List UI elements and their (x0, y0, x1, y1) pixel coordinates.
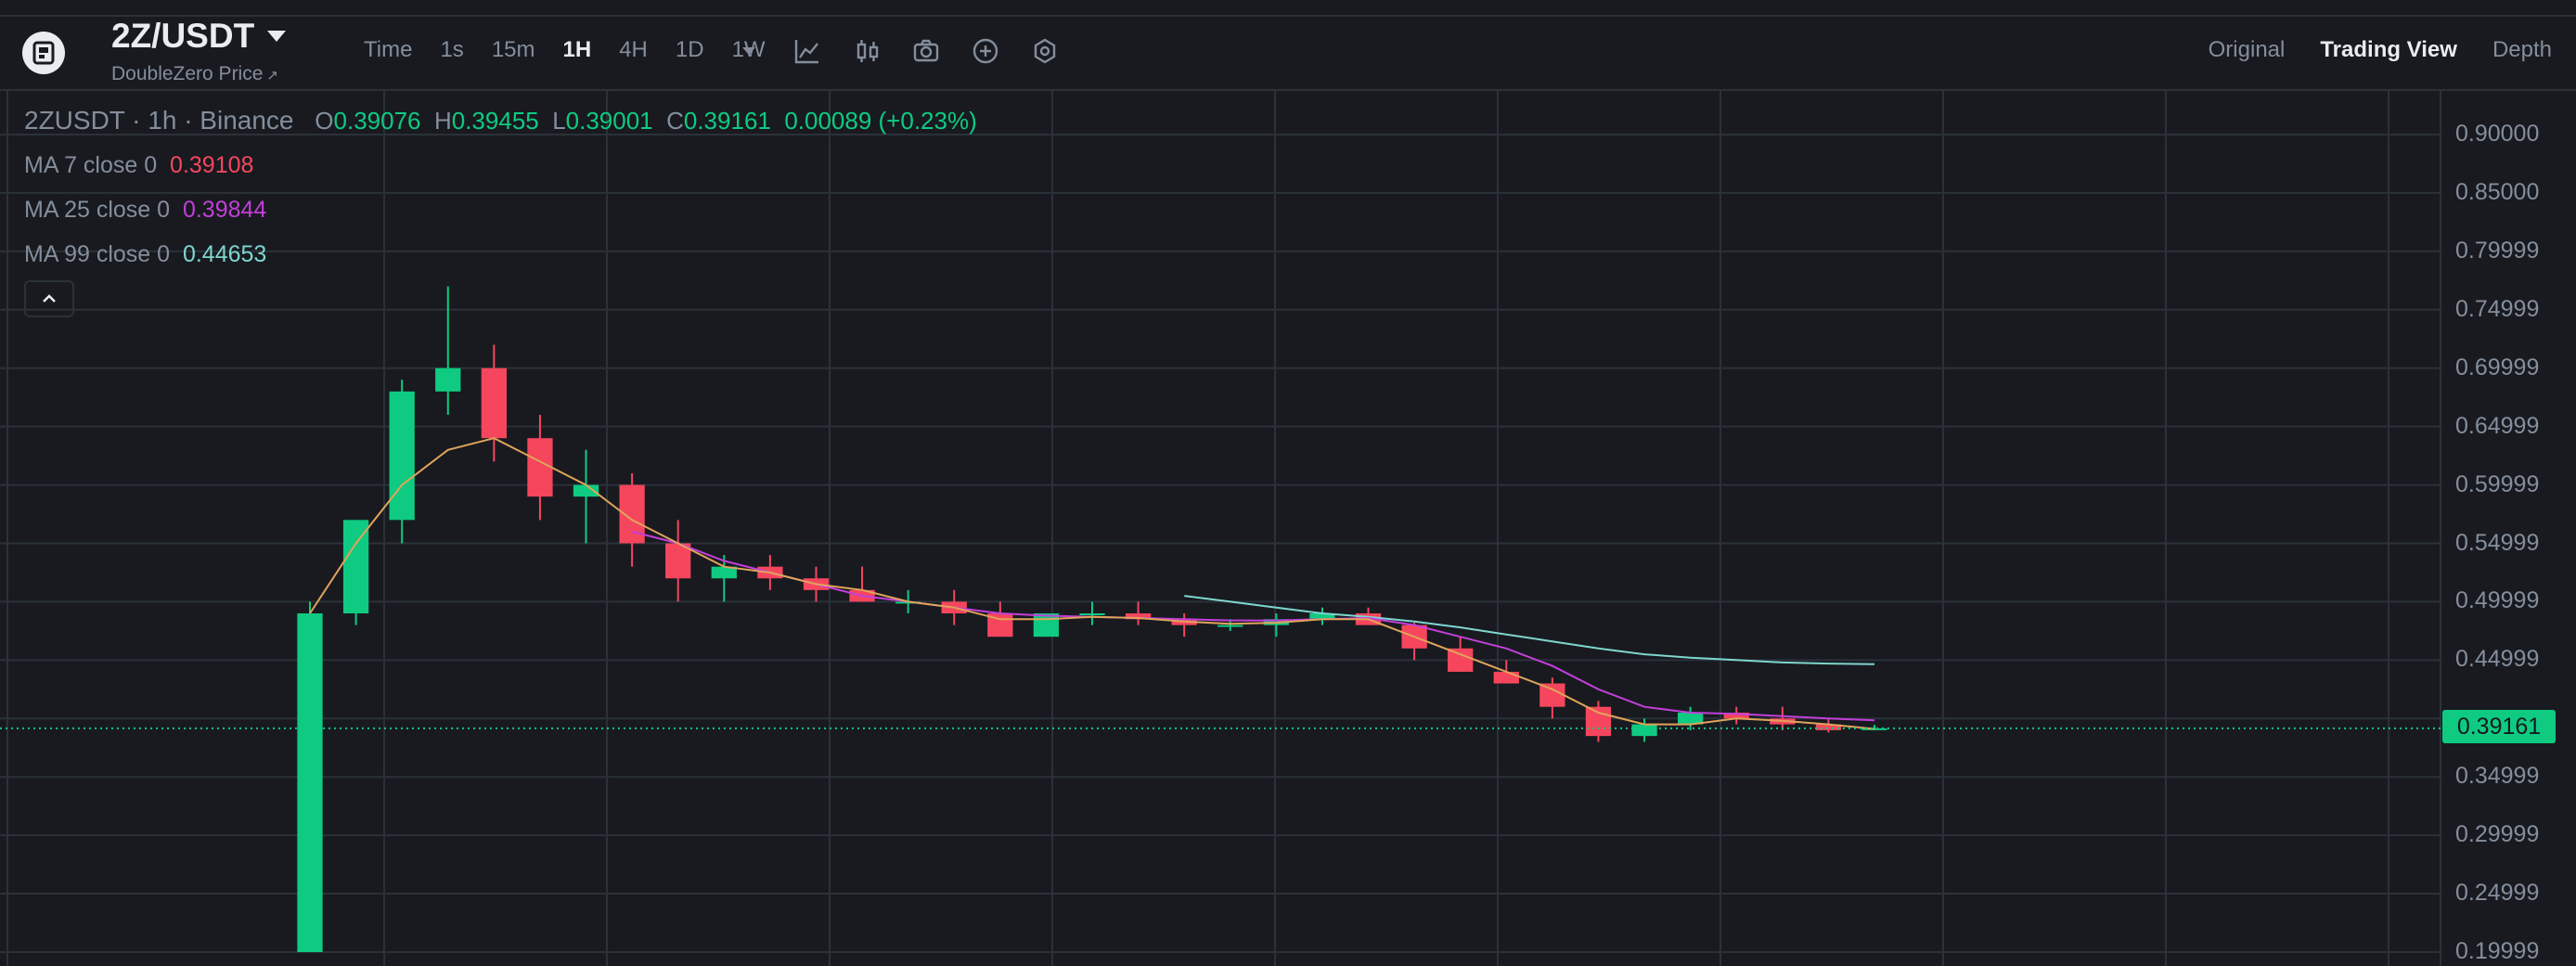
ma7-label: MA 7 close 0 (24, 152, 158, 178)
current-price-value: 0.39161 (2456, 713, 2542, 740)
ma99-value: 0.44653 (182, 241, 267, 267)
ma99-legend[interactable]: MA 99 close 0 0.44653 (24, 241, 266, 268)
candle-body (1585, 706, 1612, 737)
price-axis-label: 0.79999 (2455, 237, 2540, 264)
token-logo (22, 32, 65, 74)
chart-area[interactable] (0, 91, 2576, 966)
candle-body (481, 367, 507, 439)
ma99-label: MA 99 close 0 (24, 241, 171, 267)
view-trading-view[interactable]: Trading View (2320, 37, 2457, 63)
price-axis-label: 0.64999 (2455, 412, 2540, 439)
ma99-line (1184, 595, 1875, 665)
candle-body (1033, 613, 1060, 638)
collapse-legend-button[interactable] (24, 280, 74, 317)
timeframe-4h[interactable]: 4H (619, 37, 648, 63)
candle-body (527, 438, 553, 497)
token-price-link[interactable]: DoubleZero Price ↗ (111, 63, 278, 85)
candle-body (435, 367, 461, 392)
timeframe-time[interactable]: Time (364, 37, 412, 63)
change-value: 0.00089 (+0.23%) (784, 107, 977, 135)
candle-body (1448, 648, 1474, 672)
candle-body (342, 520, 369, 614)
candle-body (1217, 625, 1243, 627)
price-axis-label: 0.59999 (2455, 470, 2540, 497)
candle-body (1631, 724, 1657, 737)
indicators-icon[interactable] (792, 35, 823, 67)
ma25-legend[interactable]: MA 25 close 0 0.39844 (24, 197, 266, 224)
ma25-value: 0.39844 (182, 197, 267, 223)
low-label: L (552, 107, 566, 135)
candlestick-chart[interactable] (0, 91, 2576, 966)
doublezero-logo-icon (32, 41, 55, 65)
more-timeframes-caret-icon[interactable] (733, 35, 765, 67)
ma25-label: MA 25 close 0 (24, 197, 171, 223)
symbol-label: 2ZUSDT · 1h · Binance (24, 106, 294, 135)
timeframe-1s[interactable]: 1s (440, 37, 463, 63)
price-axis-label: 0.34999 (2455, 763, 2540, 790)
chart-type-icon[interactable] (852, 35, 883, 67)
price-axis-label: 0.24999 (2455, 880, 2540, 907)
price-axis-label: 0.29999 (2455, 821, 2540, 848)
close-label: C (666, 107, 684, 135)
current-price-tag: 0.39161 (2442, 710, 2556, 743)
price-axis-label: 0.85000 (2455, 178, 2540, 205)
price-axis-label: 0.19999 (2455, 938, 2540, 964)
ma25-line (631, 530, 1875, 722)
chart-toolbar: 2Z/USDT DoubleZero Price ↗ Time 1s 15m 1H… (0, 0, 2576, 91)
timeframe-1h[interactable]: 1H (563, 37, 592, 63)
close-value: 0.39161 (683, 107, 771, 135)
candle-body (1079, 613, 1105, 616)
ma7-value: 0.39108 (170, 152, 254, 178)
timeframe-15m[interactable]: 15m (492, 37, 535, 63)
price-axis-label: 0.44999 (2455, 646, 2540, 673)
pair-selector[interactable]: 2Z/USDT (111, 17, 287, 56)
candle-body (1493, 671, 1519, 684)
view-original[interactable]: Original (2209, 37, 2286, 63)
candle-body (1539, 683, 1565, 707)
ma7-legend[interactable]: MA 7 close 0 0.39108 (24, 152, 253, 179)
high-value: 0.39455 (451, 107, 539, 135)
pair-name: 2Z/USDT (111, 17, 255, 55)
candle-body (297, 613, 323, 952)
timeframe-1d[interactable]: 1D (676, 37, 704, 63)
caret-down-icon (267, 31, 287, 42)
ohlc-legend: 2ZUSDT · 1h · Binance O0.39076 H0.39455 … (24, 106, 977, 135)
open-label: O (315, 107, 334, 135)
price-axis-label: 0.54999 (2455, 529, 2540, 556)
open-value: 0.39076 (333, 107, 421, 135)
token-price-label: DoubleZero Price (111, 63, 264, 84)
add-icon[interactable] (970, 35, 1001, 67)
price-axis-label: 0.69999 (2455, 354, 2540, 380)
low-value: 0.39001 (565, 107, 653, 135)
candle-body (389, 391, 415, 521)
price-axis-label: 0.90000 (2455, 121, 2540, 147)
high-label: H (433, 107, 452, 135)
screenshot-icon[interactable] (910, 35, 942, 67)
view-depth[interactable]: Depth (2492, 37, 2552, 63)
price-axis-label: 0.49999 (2455, 587, 2540, 614)
settings-icon[interactable] (1029, 35, 1061, 67)
chevron-up-icon (43, 294, 56, 303)
external-link-icon: ↗ (266, 68, 278, 84)
price-axis-label: 0.74999 (2455, 295, 2540, 322)
view-switcher: Original Trading View Depth (2209, 37, 2552, 63)
timeframe-group: Time 1s 15m 1H 4H 1D 1W (364, 37, 766, 63)
